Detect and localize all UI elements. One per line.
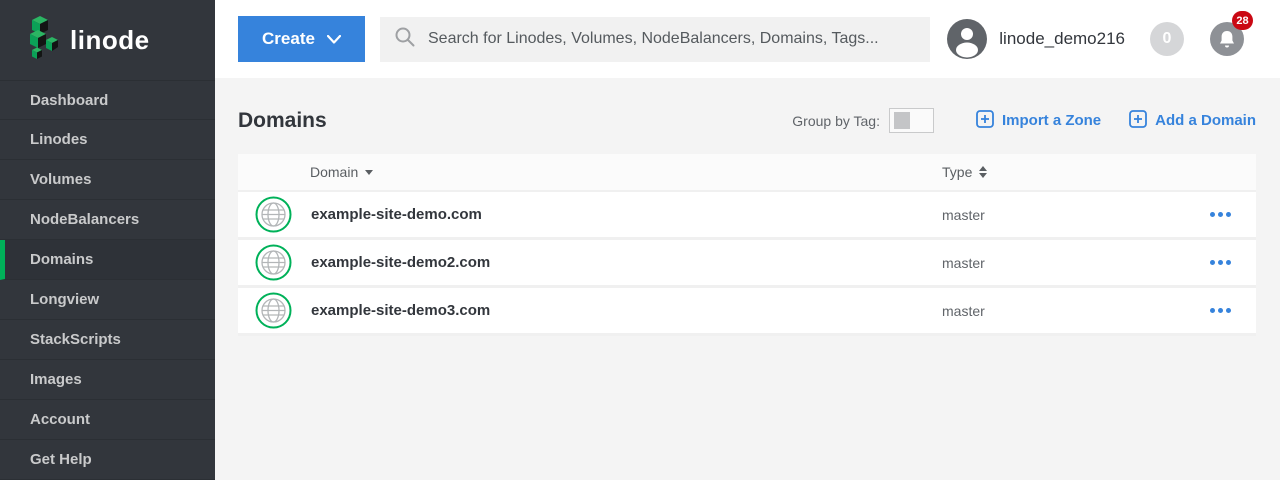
type-cell: master [942, 255, 1206, 271]
user-menu[interactable]: linode_demo216 [947, 19, 1125, 59]
domain-name: example-site-demo2.com [311, 254, 490, 271]
page-title: Domains [238, 109, 327, 133]
linode-cube-icon [20, 14, 60, 67]
main-column: Create linode_demo216 0 [215, 0, 1280, 480]
table-row[interactable]: example-site-demo2.com master [238, 240, 1256, 288]
domain-cell: example-site-demo2.com [238, 244, 942, 281]
column-label: Type [942, 164, 972, 180]
sidebar-item-images[interactable]: Images [0, 360, 215, 400]
add-a-domain-label: Add a Domain [1155, 112, 1256, 129]
row-action-menu-icon[interactable] [1206, 206, 1235, 223]
actions-cell [1206, 302, 1256, 319]
sidebar-item-get-help[interactable]: Get Help [0, 440, 215, 480]
chevron-down-icon [327, 29, 341, 49]
column-label: Domain [310, 164, 358, 180]
sidebar-item-linodes[interactable]: Linodes [0, 120, 215, 160]
sidebar-item-dashboard[interactable]: Dashboard [0, 80, 215, 120]
type-cell: master [942, 303, 1206, 319]
table-row[interactable]: example-site-demo.com master [238, 192, 1256, 240]
plus-square-icon [1129, 110, 1147, 132]
group-by-tag-label: Group by Tag: [792, 113, 880, 129]
table-header: Domain Type [238, 154, 1256, 192]
global-search[interactable] [380, 17, 930, 62]
column-header-domain[interactable]: Domain [238, 164, 942, 180]
username: linode_demo216 [999, 29, 1125, 49]
sort-desc-icon [365, 170, 373, 175]
domains-table: Domain Type [238, 154, 1256, 336]
sidebar-item-stackscripts[interactable]: StackScripts [0, 320, 215, 360]
search-icon [394, 26, 416, 53]
globe-icon [255, 292, 292, 329]
page-header-actions: Group by Tag: Import a Zone [792, 108, 1256, 133]
globe-icon [255, 244, 292, 281]
notification-count: 28 [1236, 15, 1248, 27]
row-action-menu-icon[interactable] [1206, 302, 1235, 319]
logo-wordmark: linode [70, 25, 150, 56]
actions-cell [1206, 206, 1256, 223]
create-button[interactable]: Create [238, 16, 365, 62]
page-header: Domains Group by Tag: Import a Zone [238, 108, 1256, 133]
linode-logo[interactable]: linode [0, 0, 215, 80]
domain-name: example-site-demo3.com [311, 302, 490, 319]
plus-square-icon [976, 110, 994, 132]
sidebar: linode Dashboard Linodes Volumes NodeBal… [0, 0, 215, 480]
sidebar-item-nodebalancers[interactable]: NodeBalancers [0, 200, 215, 240]
actions-cell [1206, 254, 1256, 271]
events-counter[interactable]: 0 [1150, 22, 1184, 56]
sort-both-icon [979, 166, 987, 178]
import-a-zone-label: Import a Zone [1002, 112, 1101, 129]
notifications[interactable]: 28 [1210, 22, 1244, 56]
sidebar-item-account[interactable]: Account [0, 400, 215, 440]
sidebar-item-longview[interactable]: Longview [0, 280, 215, 320]
column-header-type[interactable]: Type [942, 164, 1256, 180]
app-window: linode Dashboard Linodes Volumes NodeBal… [0, 0, 1280, 480]
topbar: Create linode_demo216 0 [215, 0, 1280, 78]
sidebar-item-volumes[interactable]: Volumes [0, 160, 215, 200]
domain-cell: example-site-demo.com [238, 196, 942, 233]
type-cell: master [942, 207, 1206, 223]
sidebar-nav: Dashboard Linodes Volumes NodeBalancers … [0, 80, 215, 480]
table-row[interactable]: example-site-demo3.com master [238, 288, 1256, 336]
domain-cell: example-site-demo3.com [238, 292, 942, 329]
domain-name: example-site-demo.com [311, 206, 482, 223]
events-count: 0 [1163, 30, 1172, 48]
globe-icon [255, 196, 292, 233]
sidebar-item-domains[interactable]: Domains [0, 240, 215, 280]
toggle-knob [894, 112, 910, 129]
import-a-zone-link[interactable]: Import a Zone [976, 110, 1101, 132]
avatar [947, 19, 987, 59]
search-input[interactable] [428, 30, 916, 48]
row-action-menu-icon[interactable] [1206, 254, 1235, 271]
notification-badge: 28 [1232, 11, 1253, 30]
add-a-domain-link[interactable]: Add a Domain [1129, 110, 1256, 132]
group-by-tag-toggle[interactable] [889, 108, 934, 133]
domains-page: Domains Group by Tag: Import a Zone [215, 78, 1280, 480]
create-button-label: Create [262, 29, 315, 49]
